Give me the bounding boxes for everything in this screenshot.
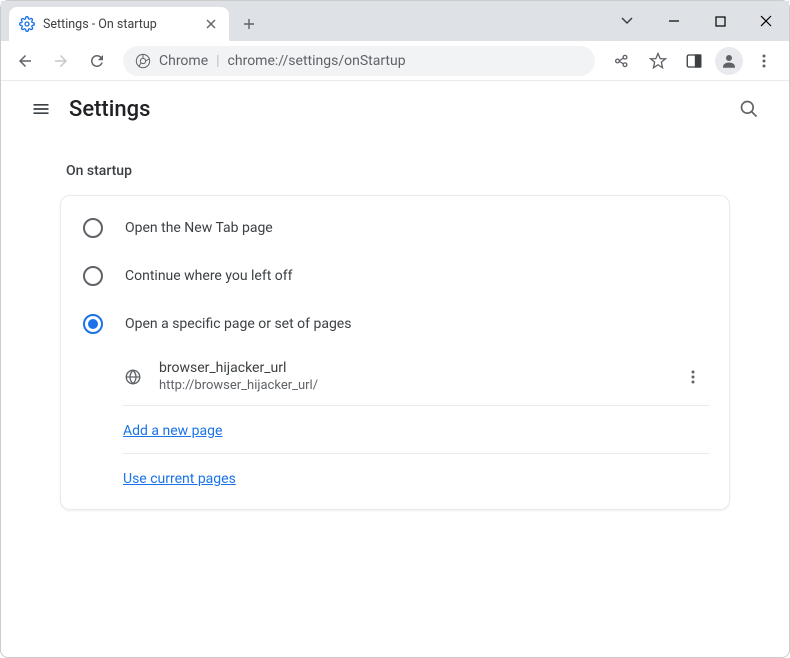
address-bar[interactable]: Chrome | chrome://settings/onStartup — [123, 46, 595, 76]
use-current-link[interactable]: Use current pages — [123, 471, 236, 487]
toolbar-actions — [605, 45, 781, 77]
search-icon[interactable] — [729, 89, 769, 129]
omnibox-separator: | — [216, 53, 219, 69]
reload-button[interactable] — [81, 45, 113, 77]
share-icon[interactable] — [605, 45, 639, 77]
side-panel-icon[interactable] — [677, 45, 711, 77]
startup-page-list: browser_hijacker_url http://browser_hija… — [123, 348, 709, 501]
minimize-button[interactable] — [651, 5, 697, 37]
page-item-url: http://browser_hijacker_url/ — [159, 378, 661, 393]
radio-label: Open the New Tab page — [125, 220, 273, 236]
forward-button[interactable] — [45, 45, 77, 77]
tab-title: Settings - On startup — [43, 17, 195, 32]
settings-content: On startup Open the New Tab page Continu… — [1, 137, 789, 510]
use-current-row: Use current pages — [123, 454, 709, 501]
radio-open-new-tab[interactable]: Open the New Tab page — [61, 204, 729, 252]
browser-tab[interactable]: Settings - On startup — [9, 7, 229, 41]
browser-title-bar: Settings - On startup — [1, 1, 789, 41]
profile-avatar[interactable] — [715, 47, 743, 75]
startup-card: Open the New Tab page Continue where you… — [60, 195, 730, 510]
settings-header: Settings — [1, 81, 789, 137]
omnibox-url-text: chrome://settings/onStartup — [228, 53, 406, 69]
page-title: Settings — [69, 97, 150, 122]
maximize-button[interactable] — [697, 5, 743, 37]
tab-search-button[interactable] — [607, 5, 647, 37]
add-page-link[interactable]: Add a new page — [123, 423, 222, 439]
close-icon[interactable] — [203, 16, 219, 32]
close-window-button[interactable] — [743, 5, 789, 37]
chrome-icon — [135, 53, 151, 69]
radio-label: Open a specific page or set of pages — [125, 316, 351, 332]
radio-icon — [83, 218, 103, 238]
new-tab-button[interactable] — [235, 10, 263, 38]
radio-specific-pages[interactable]: Open a specific page or set of pages — [61, 300, 729, 348]
bookmark-icon[interactable] — [641, 45, 675, 77]
startup-page-item: browser_hijacker_url http://browser_hija… — [123, 348, 709, 406]
radio-label: Continue where you left off — [125, 268, 293, 284]
hamburger-menu-icon[interactable] — [21, 89, 61, 129]
radio-icon — [83, 266, 103, 286]
radio-icon-selected — [83, 314, 103, 334]
gear-icon — [19, 16, 35, 32]
browser-toolbar: Chrome | chrome://settings/onStartup — [1, 41, 789, 81]
radio-continue[interactable]: Continue where you left off — [61, 252, 729, 300]
back-button[interactable] — [9, 45, 41, 77]
globe-icon — [123, 367, 143, 387]
window-controls — [607, 1, 789, 41]
more-actions-icon[interactable] — [677, 361, 709, 393]
section-title: On startup — [66, 163, 730, 179]
chrome-menu-icon[interactable] — [747, 45, 781, 77]
omnibox-origin: Chrome — [159, 53, 208, 69]
add-page-row: Add a new page — [123, 406, 709, 454]
page-item-title: browser_hijacker_url — [159, 360, 661, 376]
